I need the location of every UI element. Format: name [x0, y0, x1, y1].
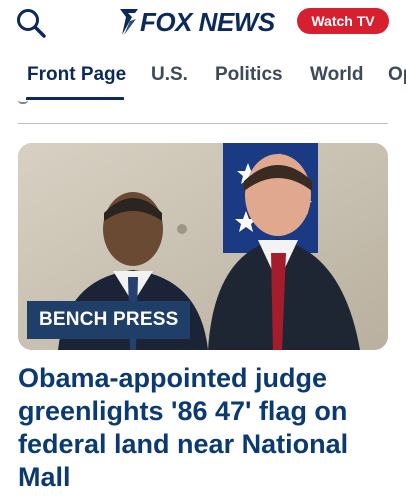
section-nav: Front Page U.S. Politics World Op: [0, 56, 406, 100]
tab-front-page[interactable]: Front Page: [27, 64, 126, 86]
tab-opinion[interactable]: Op: [388, 64, 406, 86]
article-kicker-badge[interactable]: BENCH PRESS: [27, 301, 191, 339]
scroll-indicator: [18, 100, 28, 104]
article-headline[interactable]: Obama-appointed judge greenlights '86 47…: [18, 362, 388, 494]
fox-news-logo[interactable]: FOX NEWS: [118, 4, 275, 40]
watch-tv-button[interactable]: Watch TV: [297, 8, 389, 34]
divider: [18, 123, 388, 124]
active-tab-indicator: [26, 97, 124, 100]
tab-politics[interactable]: Politics: [215, 64, 283, 86]
search-icon[interactable]: [14, 6, 48, 40]
fox-logo-mark-icon: [120, 9, 138, 35]
app-header: FOX NEWS Watch TV: [0, 0, 406, 50]
tab-world[interactable]: World: [310, 64, 363, 86]
tab-us[interactable]: U.S.: [151, 64, 188, 86]
logo-text: FOX NEWS: [140, 7, 275, 37]
